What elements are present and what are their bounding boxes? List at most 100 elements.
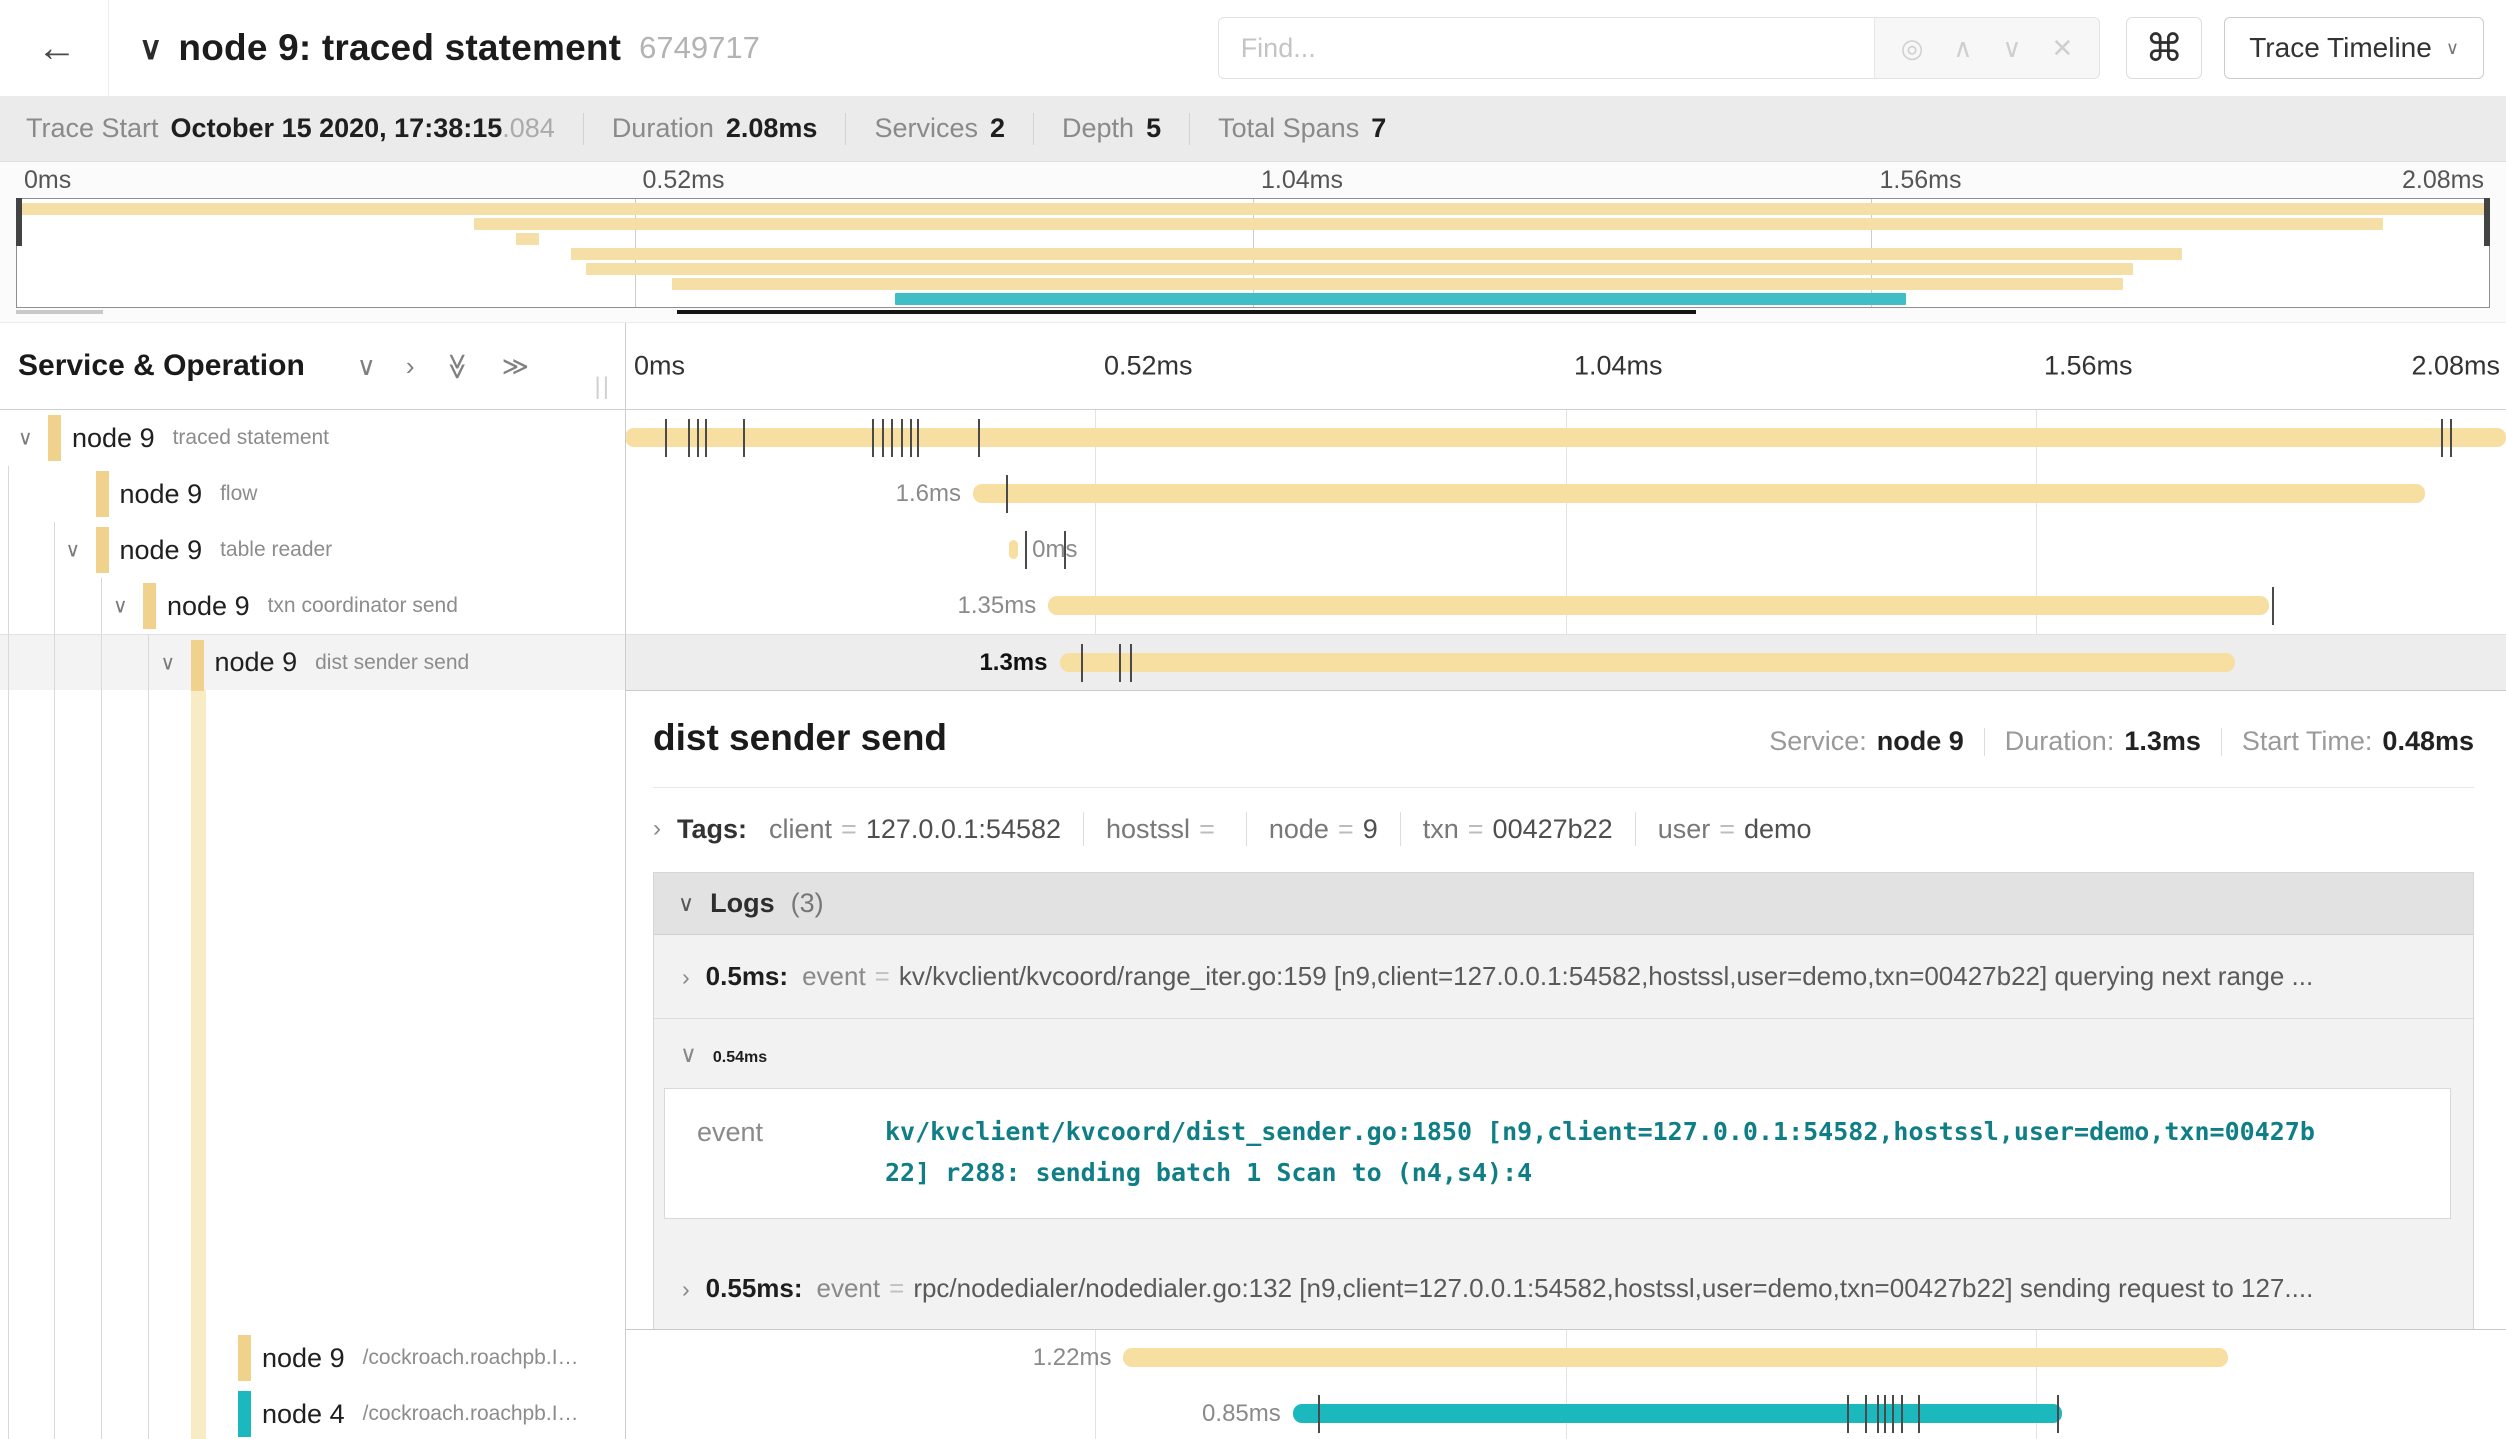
tree-chevron-icon[interactable]: ∨: [161, 650, 176, 675]
prev-result-icon[interactable]: ∧: [1953, 33, 1972, 64]
collapse-one-icon[interactable]: ∨: [357, 351, 376, 382]
chevron-right-icon[interactable]: ›: [653, 815, 661, 843]
span-bar[interactable]: [1060, 653, 2236, 672]
span-bar[interactable]: [973, 484, 2425, 503]
span-detail-panel: dist sender send Service:node 9Duration:…: [625, 690, 2506, 1330]
span-row[interactable]: node 4/cockroach.roachpb.I…0.85ms: [0, 1386, 2506, 1439]
span-row-label-cell[interactable]: node 4/cockroach.roachpb.I…: [0, 1386, 625, 1439]
tree-chevron-icon[interactable]: ∨: [18, 426, 33, 451]
service-name: node 9: [72, 423, 155, 454]
log-marker-tick: [705, 419, 707, 457]
panel-divider[interactable]: [625, 410, 626, 1439]
meta-value: 1.3ms: [2124, 726, 2201, 757]
operation-name: txn coordinator send: [268, 594, 458, 618]
collapse-all-icon[interactable]: ≫: [443, 352, 474, 379]
span-row[interactable]: ∨node 9traced statement: [0, 410, 2506, 466]
span-bar[interactable]: [625, 428, 2506, 447]
span-duration-label: 1.22ms: [1033, 1330, 1112, 1386]
span-row[interactable]: ∨node 9dist sender send1.3ms: [0, 634, 2506, 690]
span-row-timeline-cell[interactable]: 0ms: [625, 522, 2506, 578]
minimap-scrollbar[interactable]: [16, 310, 2490, 316]
span-row-label-cell[interactable]: ∨node 9dist sender send: [0, 635, 625, 690]
minimap-canvas[interactable]: [16, 198, 2490, 308]
log-marker-tick: [1847, 1395, 1849, 1433]
axis-tick-label: 0ms: [634, 351, 685, 382]
log-entry[interactable]: ›0.5ms:event=kv/kvclient/kvcoord/range_i…: [654, 935, 2473, 1018]
log-marker-tick: [665, 419, 667, 457]
span-row-timeline-cell[interactable]: 1.35ms: [625, 578, 2506, 634]
minimap-right-handle[interactable]: [2484, 198, 2490, 246]
operation-name: /cockroach.roachpb.I…: [363, 1402, 579, 1426]
log-marker-tick: [1006, 475, 1008, 513]
tag-key: user: [1658, 814, 1711, 844]
span-row[interactable]: node 9flow1.6ms: [0, 466, 2506, 522]
tree-chevron-icon[interactable]: ∨: [66, 538, 81, 563]
chevron-right-icon: ›: [682, 1276, 690, 1303]
log-timestamp: 0.54ms: [713, 1049, 767, 1067]
log-marker-tick: [1918, 1395, 1920, 1433]
span-row-timeline-cell[interactable]: [625, 410, 2506, 466]
log-marker-tick: [917, 419, 919, 457]
expand-all-icon[interactable]: ≫: [502, 351, 529, 382]
tag-key: txn: [1423, 814, 1459, 844]
log-timestamp: 0.5ms:: [706, 961, 788, 992]
span-bar[interactable]: [1048, 596, 2269, 615]
minimap-scroll-thumb[interactable]: [677, 310, 1696, 314]
chevron-down-icon: ∨: [678, 891, 694, 917]
span-bar[interactable]: [1293, 1404, 2062, 1423]
clear-search-icon[interactable]: ✕: [2051, 33, 2073, 64]
log-entry[interactable]: ›0.55ms:event=rpc/nodedialer/nodedialer.…: [654, 1247, 2473, 1330]
locate-icon[interactable]: ◎: [1901, 33, 1924, 64]
expand-one-icon[interactable]: ›: [406, 351, 415, 382]
span-row-label-cell[interactable]: ∨node 9table reader: [0, 522, 625, 578]
summary-divider: [583, 113, 584, 145]
logs-accordion: ∨ Logs (3) ›0.5ms:event=kv/kvclient/kvco…: [653, 872, 2474, 1330]
trace-collapse-icon[interactable]: ∨: [139, 29, 162, 67]
meta-divider: [1984, 728, 1985, 756]
service-operation-header: Service & Operation ∨ › ≫ ≫ ||: [0, 323, 625, 409]
span-bar[interactable]: [1009, 540, 1018, 559]
trace-timeline-dropdown[interactable]: Trace Timeline ∨: [2224, 17, 2484, 79]
span-bar[interactable]: [1123, 1348, 2227, 1367]
span-row[interactable]: node 9/cockroach.roachpb.I… 1.22ms: [0, 1330, 2506, 1386]
log-timestamp: 0.55ms:: [706, 1273, 803, 1304]
span-row-timeline-cell[interactable]: 1.3ms: [625, 635, 2506, 690]
log-marker-tick: [2441, 419, 2443, 457]
tag-value: 9: [1363, 814, 1378, 844]
span-row-label-cell[interactable]: ∨node 9traced statement: [0, 410, 625, 466]
span-row-timeline-cell[interactable]: 1.6ms: [625, 466, 2506, 522]
next-result-icon[interactable]: ∨: [2002, 33, 2021, 64]
summary-value-suffix: .084: [502, 113, 555, 144]
log-marker-tick: [1081, 644, 1083, 682]
minimap-span-bar: [17, 203, 2489, 215]
span-row-names: node 9txn coordinator send: [167, 578, 458, 634]
axis-tick-label: 1.04ms: [1574, 351, 1663, 382]
tag-value: demo: [1744, 814, 1812, 844]
span-row-timeline-cell[interactable]: 0.85ms: [625, 1386, 2506, 1439]
log-marker-tick: [872, 419, 874, 457]
summary-label: Total Spans: [1218, 113, 1359, 144]
operation-name: flow: [220, 482, 257, 506]
span-row-label-cell[interactable]: node 9flow: [0, 466, 625, 522]
span-row-label-cell[interactable]: node 9/cockroach.roachpb.I…: [0, 1330, 625, 1386]
service-color-chip: [96, 527, 109, 573]
log-entry-expanded-header[interactable]: ∨0.54ms: [654, 1019, 2473, 1076]
log-event-table: eventkv/kvclient/kvcoord/dist_sender.go:…: [664, 1088, 2451, 1219]
tree-chevron-icon[interactable]: ∨: [113, 594, 128, 619]
axis-tick-label: 2.08ms: [2402, 166, 2484, 195]
log-marker-tick: [2450, 419, 2452, 457]
back-button[interactable]: ←: [24, 26, 90, 71]
service-name: node 9: [215, 647, 298, 678]
tags-row[interactable]: ›Tags:client=127.0.0.1:54582hostssl=node…: [653, 812, 2474, 846]
minimap-left-handle[interactable]: [16, 198, 22, 246]
span-row-label-cell[interactable]: ∨ node 9txn coordinator send: [0, 578, 625, 634]
column-resize-grip[interactable]: ||: [595, 373, 611, 401]
span-row-timeline-cell[interactable]: 1.22ms: [625, 1330, 2506, 1386]
logs-header[interactable]: ∨ Logs (3): [654, 873, 2473, 935]
find-input[interactable]: [1219, 18, 1874, 78]
span-row[interactable]: ∨ node 9txn coordinator send 1.35ms: [0, 578, 2506, 634]
span-row[interactable]: ∨node 9table reader0ms: [0, 522, 2506, 578]
summary-item: Duration2.08ms: [612, 113, 818, 144]
summary-label: Depth: [1062, 113, 1134, 144]
keyboard-shortcuts-button[interactable]: ⌘: [2126, 17, 2202, 79]
